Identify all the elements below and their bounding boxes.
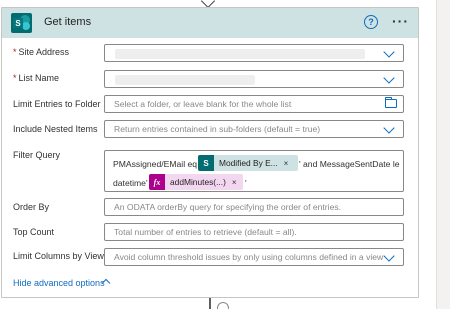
limit-columns-label: Limit Columns by View xyxy=(13,251,104,261)
sharepoint-icon: S xyxy=(198,155,214,171)
help-icon[interactable]: ? xyxy=(364,15,378,29)
filter-query-label: Filter Query xyxy=(13,150,61,160)
top-count-input[interactable]: Total number of entries to retrieve (def… xyxy=(104,223,404,241)
site-address-label: * Site Address xyxy=(13,47,70,57)
function-icon: fx xyxy=(149,174,165,190)
add-step-icon[interactable] xyxy=(217,302,229,309)
filter-text-segment: ' and MessageSentDate le xyxy=(299,159,400,169)
more-options-icon[interactable]: ··· xyxy=(392,13,409,29)
limit-folder-picker[interactable]: Select a folder, or leave blank for the … xyxy=(104,95,404,113)
order-by-label: Order By xyxy=(13,202,50,212)
chevron-down-icon[interactable] xyxy=(383,250,395,262)
order-by-placeholder: An ODATA orderBy query for specifying th… xyxy=(114,202,342,212)
remove-token-icon[interactable]: × xyxy=(284,159,289,168)
limit-folder-label: Limit Entries to Folder xyxy=(13,99,101,109)
nested-items-label: Include Nested Items xyxy=(13,124,98,134)
connector-line xyxy=(209,298,211,309)
limit-columns-placeholder: Avoid column threshold issues by only us… xyxy=(114,252,384,262)
canvas-right-edge xyxy=(436,0,450,309)
filter-text-segment: datetime' xyxy=(113,178,148,188)
get-items-action-card: S Get items ? ··· * Site Address * List Na… xyxy=(1,7,419,298)
chevron-down-icon[interactable] xyxy=(383,72,395,84)
remove-token-icon[interactable]: × xyxy=(232,178,237,187)
redacted-value xyxy=(115,75,255,85)
dynamic-content-token-modified-by[interactable]: S Modified By E... × xyxy=(198,155,298,171)
chevron-down-icon[interactable] xyxy=(383,122,395,134)
limit-folder-placeholder: Select a folder, or leave blank for the … xyxy=(114,99,292,109)
action-header[interactable]: S Get items ? ··· xyxy=(2,8,418,38)
chevron-down-icon[interactable] xyxy=(383,46,395,58)
action-title: Get items xyxy=(44,16,92,28)
folder-icon[interactable] xyxy=(385,97,397,108)
redacted-value xyxy=(115,49,365,59)
expression-token-addminutes[interactable]: fx addMinutes(...) × xyxy=(149,174,243,190)
filter-query-input[interactable]: PMAssigned/EMail eq ' S Modified By E...… xyxy=(104,150,404,192)
token-label: Modified By E... xyxy=(219,158,278,168)
hide-advanced-options-link[interactable]: Hide advanced options xyxy=(13,278,105,288)
svg-text:S: S xyxy=(15,19,21,28)
site-address-dropdown[interactable] xyxy=(104,44,404,62)
top-count-placeholder: Total number of entries to retrieve (def… xyxy=(114,227,297,237)
list-name-dropdown[interactable] xyxy=(104,70,404,88)
top-count-label: Top Count xyxy=(13,227,55,237)
filter-text-segment: PMAssigned/EMail eq ' xyxy=(113,159,202,169)
nested-items-placeholder: Return entries contained in sub-folders … xyxy=(114,124,321,134)
filter-text-segment: ' xyxy=(245,178,247,188)
token-label: addMinutes(...) xyxy=(170,177,226,187)
nested-items-dropdown[interactable]: Return entries contained in sub-folders … xyxy=(104,120,404,138)
order-by-input[interactable]: An ODATA orderBy query for specifying th… xyxy=(104,198,404,216)
list-name-label: * List Name xyxy=(13,73,60,83)
limit-columns-dropdown[interactable]: Avoid column threshold issues by only us… xyxy=(104,248,404,266)
sharepoint-icon: S xyxy=(11,13,32,33)
